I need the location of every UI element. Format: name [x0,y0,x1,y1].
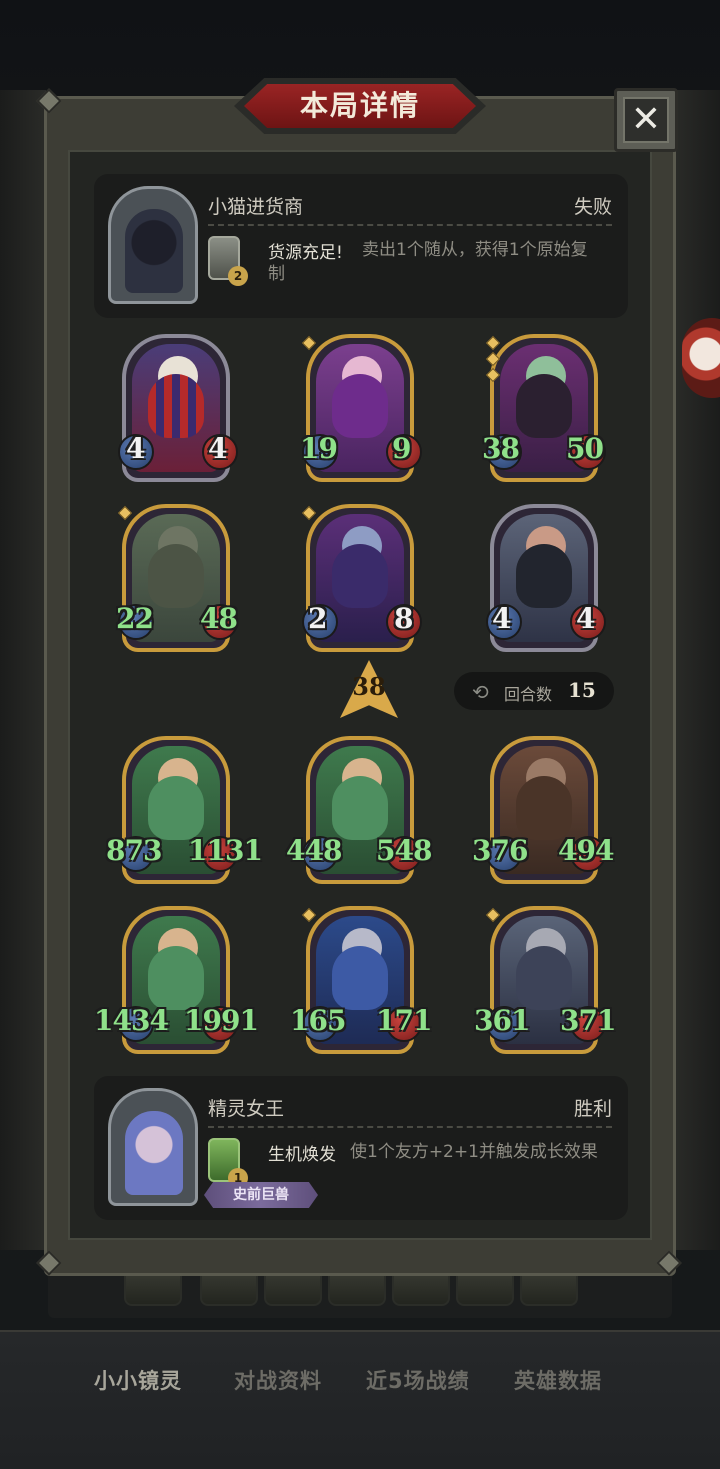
attack-value: 38 [482,432,520,465]
tab-recent-5[interactable]: 近5场战绩 [366,1365,470,1395]
round-label: 回合数 [504,685,553,704]
spell-name: 生机焕发 [268,1145,336,1165]
minion-card[interactable]: 2 8 [301,504,422,652]
spell-name: 货源充足! [268,243,343,263]
health-value: 9 [392,432,412,465]
dialog-title: 本局详情 [299,89,420,122]
right-wall-decoration [674,90,720,1250]
player-result: 胜利 [573,1098,612,1120]
attack-value: 448 [286,834,342,867]
minion-card[interactable]: 1434 1991 [94,906,259,1054]
health-value: 50 [566,432,604,465]
minion-card[interactable]: 448 548 [286,736,432,884]
left-wall-decoration [0,90,46,1250]
attack-value: 873 [106,834,162,867]
opponent-name: 小猫进货商 [208,196,304,218]
health-value: 171 [376,1004,432,1037]
minion-card[interactable]: 4 4 [118,334,238,482]
bottom-nav [0,1330,720,1469]
player-name: 精灵女王 [208,1098,285,1120]
refresh-icon: ⟲ [472,680,489,704]
opponent-avatar [108,186,198,304]
attack-value: 19 [300,432,338,465]
attack-value: 1434 [94,1004,169,1037]
close-button[interactable]: ✕ [614,88,678,152]
player-avatar [108,1088,198,1206]
final-rank: 38 [352,672,386,701]
minion-card[interactable]: 165 171 [290,906,432,1054]
attack-value: 376 [472,834,528,867]
health-value: 371 [560,1004,616,1037]
health-value: 1991 [184,1004,259,1037]
divider [208,224,612,226]
close-icon: ✕ [623,97,669,143]
minion-card[interactable]: 22 48 [116,504,238,652]
attack-value: 165 [290,1004,346,1037]
health-value: 48 [200,602,238,635]
minion-card[interactable]: 873 1131 [106,736,263,884]
round-value: 15 [568,678,596,702]
round-counter: ⟲ 回合数 15 [454,672,614,710]
attack-value: 4 [126,432,146,465]
health-value: 494 [558,834,614,867]
side-orb-icon [682,318,720,398]
minion-card[interactable]: 19 9 [300,334,422,482]
player-summary: 精灵女王 胜利 1 生机焕发 使1个友方+2+1并触发成长效果 史前巨兽 [94,1076,628,1220]
minion-card[interactable]: 376 494 [472,736,614,884]
tab-battle-info[interactable]: 对战资料 [234,1365,322,1395]
spell-description: 卖出1个随从，获得1个原始复 [362,240,588,260]
health-value: 4 [208,432,228,465]
tribe-tag: 史前巨兽 [204,1182,318,1208]
tab-mirror-spirit[interactable]: 小小镜灵 [94,1365,182,1395]
opponent-result: 失败 [573,196,612,218]
minion-card[interactable]: 4 4 [486,504,606,652]
health-value: 548 [376,834,432,867]
attack-value: 4 [492,602,512,635]
opponent-summary: 小猫进货商 失败 2 货源充足! 卖出1个随从，获得1个原始复 制 [94,174,628,318]
tab-hero-data[interactable]: 英雄数据 [514,1365,602,1395]
attack-value: 361 [474,1004,530,1037]
health-value: 4 [576,602,596,635]
spell-badge: 2 [228,266,248,286]
attack-value: 22 [116,602,154,635]
spell-description: 使1个友方+2+1并触发成长效果 [350,1142,598,1162]
minion-card[interactable]: 361 371 [474,906,616,1054]
minion-card[interactable]: 38 50 [482,334,606,482]
spell-description-cont: 制 [268,264,285,284]
divider [208,1126,612,1128]
health-value: 8 [394,602,414,635]
attack-value: 2 [308,602,328,635]
health-value: 1131 [188,834,263,867]
